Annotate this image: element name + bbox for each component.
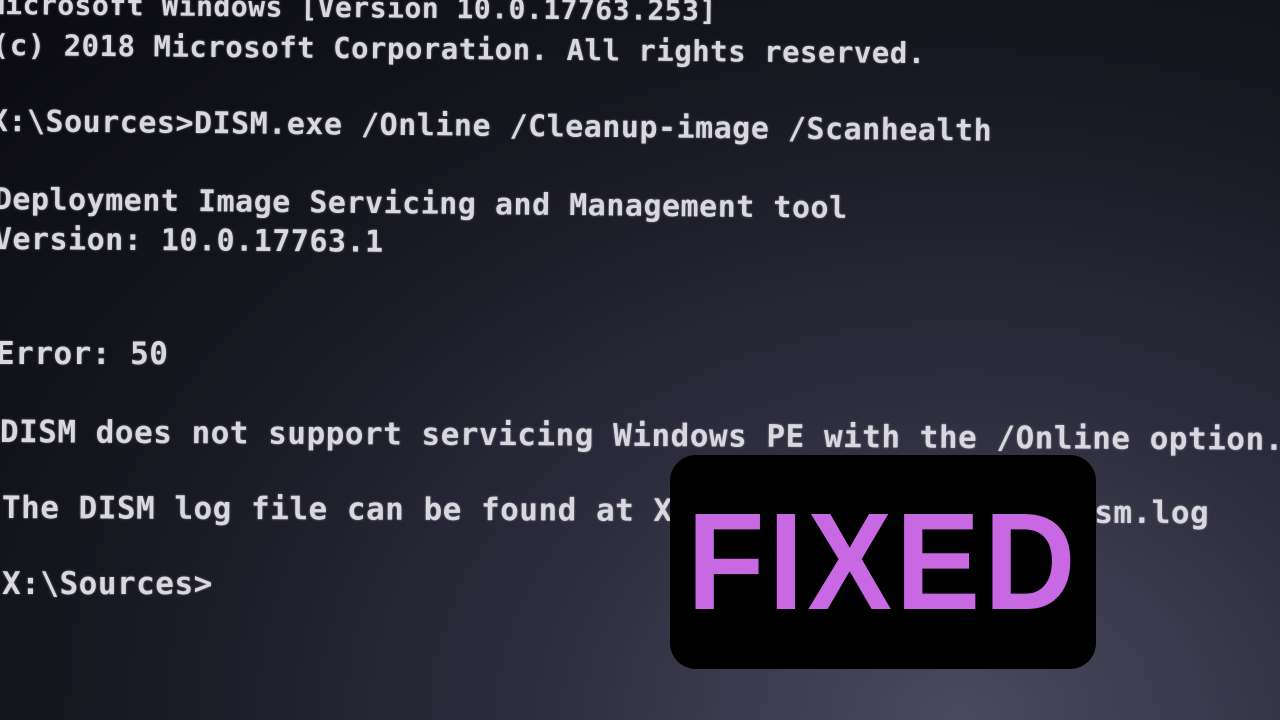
dism-tool-name-line: Deployment Image Servicing and Managemen… [0, 182, 848, 226]
dism-version-line: Version: 10.0.17763.1 [0, 222, 384, 260]
error-code-line: Error: 50 [0, 336, 169, 372]
fixed-overlay-badge: FIXED [670, 455, 1096, 669]
copyright-line: (c) 2018 Microsoft Corporation. All righ… [0, 28, 926, 71]
command-prompt-line[interactable]: X:\Sources> [2, 566, 213, 602]
windows-version-line: Microsoft Windows [Version 10.0.17763.25… [0, 0, 717, 28]
dism-command-line: X:\Sources>DISM.exe /Online /Cleanup-ima… [0, 104, 993, 149]
fixed-overlay-label: FIXED [686, 485, 1080, 639]
error-message-line: DISM does not support servicing Windows … [0, 414, 1280, 458]
